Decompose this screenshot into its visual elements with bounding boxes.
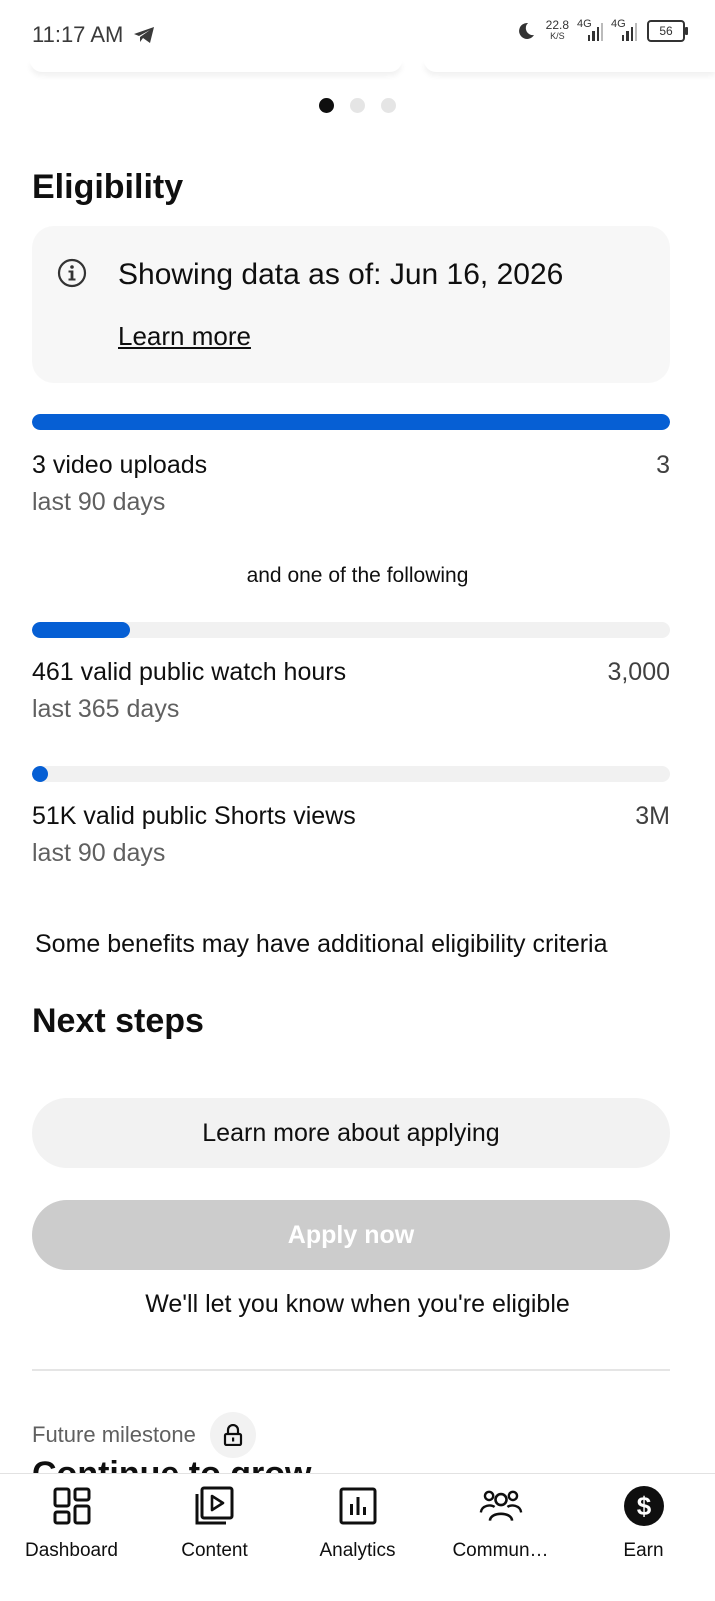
signal-icon-2: 4G <box>611 18 637 41</box>
watch-hours-target: 3,000 <box>607 658 670 686</box>
nav-analytics[interactable]: Analytics <box>286 1474 429 1601</box>
community-icon <box>479 1484 523 1528</box>
nav-earn[interactable]: $ Earn <box>572 1474 715 1601</box>
info-icon <box>57 258 87 288</box>
nav-earn-label: Earn <box>623 1540 664 1561</box>
carousel-dot <box>381 98 396 113</box>
nav-dashboard[interactable]: Dashboard <box>0 1474 143 1601</box>
status-time-group: 11:17 AM <box>32 22 155 48</box>
data-info-banner: Showing data as of: Jun 16, 2026 Learn m… <box>32 226 670 383</box>
nav-dashboard-label: Dashboard <box>25 1540 118 1561</box>
watch-hours-progress-bar <box>32 622 670 638</box>
shorts-views-progress-bar <box>32 766 670 782</box>
uploads-period: last 90 days <box>32 488 166 516</box>
uploads-progress-bar <box>32 414 670 430</box>
carousel-dot <box>319 98 334 113</box>
shorts-views-label: 51K valid public Shorts views <box>32 802 356 830</box>
apply-now-button[interactable]: Apply now <box>32 1200 670 1270</box>
nav-content-label: Content <box>181 1540 248 1561</box>
uploads-label: 3 video uploads <box>32 451 208 479</box>
uploads-target: 3 <box>656 451 670 479</box>
battery-level: 56 <box>659 24 673 38</box>
shorts-views-target: 3M <box>635 802 670 830</box>
status-time: 11:17 AM <box>32 22 124 47</box>
network-type-1: 4G <box>577 18 592 30</box>
analytics-icon <box>336 1484 380 1528</box>
watch-hours-progress-fill <box>32 622 131 638</box>
watch-hours-period: last 365 days <box>32 695 180 723</box>
dashboard-icon <box>50 1484 94 1528</box>
network-type-2: 4G <box>611 18 626 30</box>
bottom-navigation: Dashboard Content Analytics Commun… $ Ea… <box>0 1473 715 1601</box>
status-indicators: 22.8 K/S 4G 4G 56 <box>516 18 688 42</box>
nav-content[interactable]: Content <box>143 1474 286 1601</box>
uploads-progress-fill <box>32 414 670 430</box>
moon-icon <box>518 22 534 39</box>
learn-more-link[interactable]: Learn more <box>118 321 251 352</box>
carousel-card[interactable] <box>30 60 402 72</box>
signal-icon: 4G <box>577 18 603 41</box>
or-separator-text: and one of the following <box>246 564 469 587</box>
speed-value: 22.8 <box>545 18 569 32</box>
eligibility-heading: Eligibility <box>32 168 184 206</box>
content-icon <box>193 1484 237 1528</box>
section-divider <box>32 1369 670 1371</box>
next-steps-heading: Next steps <box>32 1002 204 1040</box>
data-as-of-text: Showing data as of: Jun 16, 2026 <box>118 258 564 291</box>
lock-icon <box>223 1424 242 1446</box>
future-milestone-label: Future milestone <box>32 1422 196 1447</box>
nav-community-label: Commun… <box>452 1540 549 1561</box>
eligibility-notice: We'll let you know when you're eligible <box>145 1290 570 1318</box>
carousel-indicator <box>0 98 715 113</box>
svg-text:$: $ <box>636 1491 651 1521</box>
shorts-views-period: last 90 days <box>32 839 166 867</box>
watch-hours-label: 461 valid public watch hours <box>32 658 347 686</box>
milestone-title: Continue to grow <box>32 1455 312 1474</box>
carousel-dot <box>350 98 365 113</box>
shorts-views-progress-fill <box>32 766 48 782</box>
carousel-card-next[interactable] <box>424 60 715 72</box>
nav-community[interactable]: Commun… <box>429 1474 572 1601</box>
speed-unit: K/S <box>550 31 565 41</box>
earn-dollar-icon: $ <box>622 1484 666 1528</box>
learn-more-about-applying-button[interactable]: Learn more about applying <box>32 1098 670 1168</box>
battery-icon: 56 <box>647 20 688 42</box>
network-speed: 22.8 K/S <box>545 18 569 42</box>
benefits-note: Some benefits may have additional eligib… <box>35 930 608 958</box>
telegram-icon <box>134 27 155 43</box>
nav-analytics-label: Analytics <box>319 1540 396 1561</box>
